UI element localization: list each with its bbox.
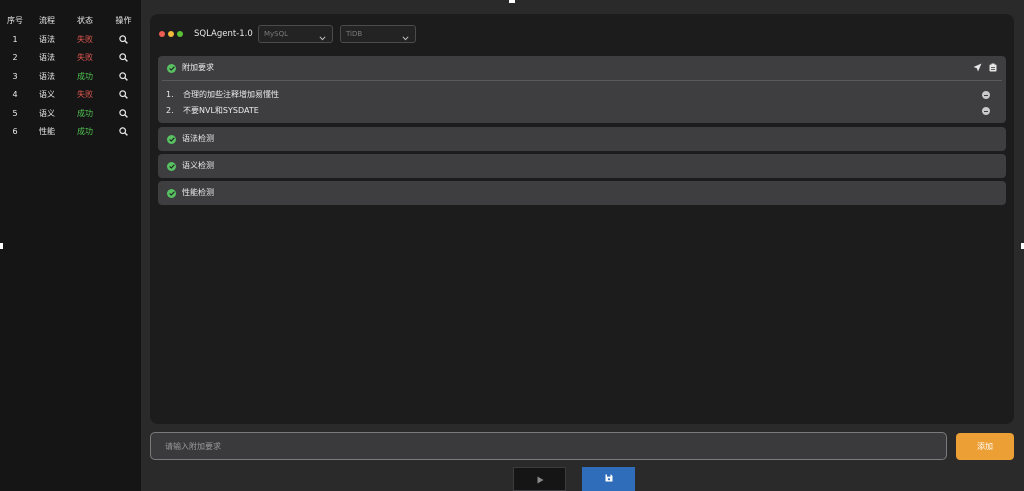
add-button[interactable]: 添加 [956, 433, 1014, 460]
semantic-check-header[interactable]: 语义检测 [158, 154, 1006, 178]
header-no: 序号 [7, 15, 23, 25]
requirement-item: 2. 不要NVL和SYSDATE [166, 105, 998, 117]
row-status: 成功 [77, 71, 93, 81]
table-row: 6 性能 成功 [0, 123, 141, 142]
row-status: 成功 [77, 108, 93, 118]
search-icon[interactable] [119, 53, 128, 63]
row-flow: 语义 [39, 90, 55, 100]
target-db-value: TiDB [346, 30, 363, 38]
row-status: 失败 [77, 90, 93, 100]
syntax-check-section[interactable]: 语法检测 [158, 127, 1006, 151]
requirement-text: 合理的加些注释增加易懂性 [183, 90, 279, 99]
source-db-value: MySQL [264, 30, 289, 38]
resize-handle-left[interactable] [0, 243, 3, 249]
row-flow: 语法 [39, 53, 55, 63]
table-row: 5 语义 成功 [0, 104, 141, 123]
semantic-check-title: 语义检测 [182, 161, 214, 170]
save-button[interactable] [582, 467, 635, 491]
row-number: 6 [12, 127, 18, 137]
requirements-header[interactable]: 附加要求 [158, 56, 1006, 80]
row-flow: 语法 [39, 34, 55, 44]
remove-circle-icon[interactable] [982, 91, 990, 99]
requirement-number: 1. [166, 90, 174, 99]
row-op [106, 86, 141, 105]
performance-check-title: 性能检测 [182, 188, 214, 197]
performance-check-header[interactable]: 性能检测 [158, 181, 1006, 205]
search-icon[interactable] [119, 127, 128, 137]
semantic-check-section[interactable]: 语义检测 [158, 154, 1006, 178]
chevron-down-icon [319, 31, 326, 47]
check-circle-icon [167, 135, 176, 144]
flow-panel: 序号 流程 状态 操作 1 语法 失败 2 语法 失败 3 语法 成功 4 语义 失败 5 语义 成功 6 性能… [0, 0, 141, 491]
maximize-window-dot[interactable] [177, 31, 183, 37]
requirement-input[interactable] [150, 432, 947, 460]
save-icon [605, 474, 613, 482]
flow-table-header: 序号 流程 状态 操作 [0, 10, 141, 30]
search-icon[interactable] [119, 90, 128, 100]
row-op [106, 104, 141, 123]
header-status: 状态 [77, 15, 93, 25]
row-number: 2 [12, 53, 18, 63]
row-number: 5 [12, 108, 18, 118]
requirements-title: 附加要求 [182, 63, 214, 72]
performance-check-section[interactable]: 性能检测 [158, 181, 1006, 205]
requirements-tools [969, 63, 997, 73]
requirement-text: 不要NVL和SYSDATE [183, 106, 259, 115]
send-icon[interactable] [973, 63, 982, 74]
syntax-check-header[interactable]: 语法检测 [158, 127, 1006, 151]
row-status: 失败 [77, 53, 93, 63]
row-op [106, 123, 141, 142]
agent-window: SQLAgent-1.0 MySQL TiDB 附加要求 1. 合理的加些注释增… [150, 14, 1014, 424]
run-button[interactable] [513, 467, 566, 491]
source-db-select[interactable]: MySQL [258, 25, 333, 43]
minimize-window-dot[interactable] [168, 31, 174, 37]
row-flow: 性能 [39, 127, 55, 137]
section-divider [162, 80, 1002, 81]
row-op [106, 67, 141, 86]
target-db-select[interactable]: TiDB [340, 25, 416, 43]
row-op [106, 49, 141, 68]
requirement-item: 1. 合理的加些注释增加易懂性 [166, 89, 998, 101]
check-circle-icon [167, 189, 176, 198]
search-icon[interactable] [119, 109, 128, 118]
window-titlebar: SQLAgent-1.0 MySQL TiDB [150, 14, 1014, 52]
row-flow: 语法 [39, 71, 55, 81]
header-op: 操作 [115, 15, 132, 25]
close-window-dot[interactable] [159, 31, 165, 37]
syntax-check-title: 语法检测 [182, 134, 214, 143]
search-icon[interactable] [119, 72, 128, 81]
table-row: 2 语法 失败 [0, 49, 141, 68]
row-number: 3 [12, 71, 18, 81]
app-title: SQLAgent-1.0 [194, 29, 253, 39]
check-circle-icon [167, 162, 176, 171]
requirements-section: 附加要求 1. 合理的加些注释增加易懂性 2. 不要NVL和SYSDATE [158, 56, 1006, 123]
chevron-down-icon [402, 31, 409, 47]
remove-circle-icon[interactable] [982, 107, 990, 115]
row-number: 1 [12, 34, 18, 44]
row-op [106, 30, 141, 49]
table-row: 1 语法 失败 [0, 30, 141, 49]
row-status: 失败 [77, 34, 93, 44]
row-status: 成功 [77, 127, 93, 137]
row-number: 4 [12, 90, 18, 100]
play-icon [537, 476, 544, 484]
row-flow: 语义 [39, 108, 55, 118]
table-row: 4 语义 失败 [0, 86, 141, 105]
clipboard-icon[interactable] [989, 63, 997, 74]
table-row: 3 语法 成功 [0, 67, 141, 86]
resize-handle-top[interactable] [509, 0, 515, 3]
flow-table: 序号 流程 状态 操作 1 语法 失败 2 语法 失败 3 语法 成功 4 语义 失败 5 语义 成功 6 性能… [0, 10, 141, 141]
header-flow: 流程 [39, 15, 55, 25]
requirement-number: 2. [166, 106, 174, 115]
search-icon[interactable] [119, 35, 128, 44]
check-circle-icon [167, 64, 176, 73]
